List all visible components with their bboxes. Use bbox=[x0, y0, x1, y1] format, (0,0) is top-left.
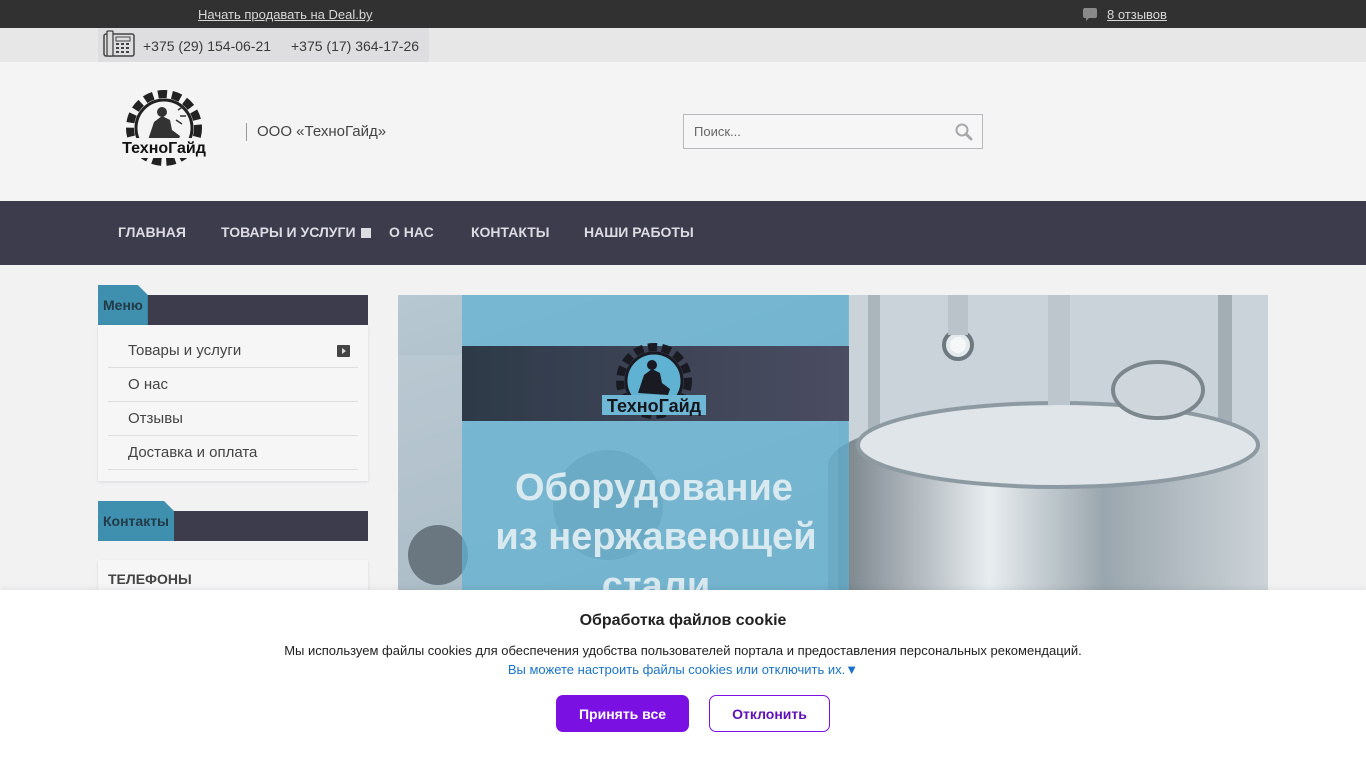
sidebar-item-about[interactable]: О нас bbox=[108, 368, 358, 402]
site-header: ТехноГайд ООО «ТехноГайд» bbox=[0, 62, 1366, 201]
phones-title: ТЕЛЕФОНЫ bbox=[108, 571, 192, 587]
reviews-link[interactable]: 8 отзывов bbox=[1107, 7, 1167, 22]
decline-button[interactable]: Отклонить bbox=[709, 695, 830, 732]
nav-item-contacts[interactable]: Контакты bbox=[471, 224, 549, 240]
banner-headline-line2: из нержавеющей bbox=[495, 516, 816, 558]
search-button[interactable] bbox=[952, 120, 976, 144]
logo-text: ТехноГайд bbox=[122, 140, 206, 157]
banner-image: ТехноГайд Оборудование из нержавеющей ст… bbox=[398, 295, 1268, 595]
chevron-right-icon[interactable] bbox=[337, 345, 350, 357]
cookie-settings-link[interactable]: Вы можете настроить файлы cookies или от… bbox=[0, 662, 1366, 677]
square-icon bbox=[360, 228, 371, 238]
phone-box[interactable]: +375 (29) 154-06-21 +375 (17) 364-17-26 bbox=[98, 28, 429, 62]
cookie-description: Мы используем файлы cookies для обеспече… bbox=[284, 643, 1082, 658]
top-bar: Начать продавать на Deal.by 8 отзывов bbox=[0, 0, 1366, 28]
nav-item-about[interactable]: О нас bbox=[389, 224, 434, 240]
nav-item-home[interactable]: Главная bbox=[118, 224, 186, 240]
reviews-block: 8 отзывов bbox=[1083, 7, 1167, 22]
cookie-consent-banner: Обработка файлов cookie Мы используем фа… bbox=[0, 590, 1366, 768]
sidebar-contacts-title: Контакты bbox=[98, 501, 174, 541]
sidebar-item-label: Товары и услуги bbox=[128, 342, 242, 359]
sidebar-item-delivery[interactable]: Доставка и оплата bbox=[108, 436, 358, 470]
hero-banner[interactable]: ТехноГайд Оборудование из нержавеющей ст… bbox=[398, 295, 1268, 595]
search-input[interactable] bbox=[684, 115, 946, 148]
sidebar-contacts-header: Контакты bbox=[98, 511, 368, 541]
speech-bubble-icon bbox=[1083, 8, 1097, 21]
magnifier-icon bbox=[955, 123, 973, 141]
phone-icon bbox=[103, 30, 135, 57]
phone-number-primary[interactable]: +375 (29) 154-06-21 bbox=[143, 38, 271, 54]
company-logo[interactable]: ТехноГайд bbox=[116, 86, 212, 176]
phone-bar: +375 (29) 154-06-21 +375 (17) 364-17-26 bbox=[0, 28, 1366, 62]
sidebar-menu: Товары и услуги О нас Отзывы Доставка и … bbox=[98, 325, 368, 481]
sidebar-item-reviews[interactable]: Отзывы bbox=[108, 402, 358, 436]
accept-all-button[interactable]: Принять все bbox=[556, 695, 689, 732]
nav-item-products-label: Товары и услуги bbox=[221, 224, 356, 240]
sidebar-menu-header: Меню bbox=[98, 295, 368, 325]
start-selling-link[interactable]: Начать продавать на Deal.by bbox=[198, 7, 373, 22]
main-navigation: Главная Товары и услуги О нас Контакты Н… bbox=[0, 201, 1366, 265]
nav-item-works[interactable]: Наши работы bbox=[584, 224, 694, 240]
sidebar-menu-title: Меню bbox=[98, 285, 148, 325]
phone-number-secondary[interactable]: +375 (17) 364-17-26 bbox=[291, 38, 419, 54]
nav-item-products[interactable]: Товары и услуги bbox=[221, 224, 371, 240]
company-name: ООО «ТехноГайд» bbox=[246, 123, 386, 141]
banner-headline-line1: Оборудование bbox=[515, 467, 793, 509]
cookie-title: Обработка файлов cookie bbox=[579, 612, 787, 629]
sidebar-item-products[interactable]: Товары и услуги bbox=[108, 334, 358, 368]
search-box bbox=[683, 114, 983, 149]
banner-logo-text: ТехноГайд bbox=[607, 396, 702, 416]
